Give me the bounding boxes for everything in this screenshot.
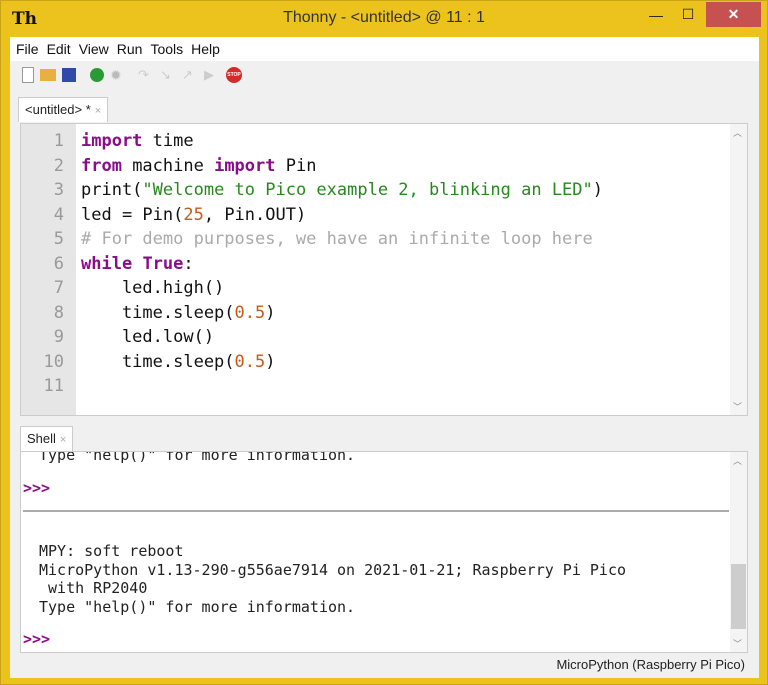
shell-output: Type "help()" for more information. <box>39 451 356 464</box>
line-number: 6 <box>53 253 64 274</box>
code-line: from machine import Pin <box>81 154 603 179</box>
shell-prompt: >>> <box>23 479 51 497</box>
menu-view[interactable]: View <box>77 41 115 57</box>
shell-scrollbar[interactable]: ︿ ﹀ <box>730 452 747 652</box>
line-number: 9 <box>53 327 64 347</box>
number: 0.5 <box>234 302 266 323</box>
new-file-icon[interactable] <box>22 67 34 83</box>
code-text: import time from machine import Pin print(… <box>81 129 603 374</box>
scroll-up-icon[interactable]: ︿ <box>733 126 742 139</box>
save-icon[interactable] <box>62 68 76 82</box>
shell-output: with RP2040 <box>39 579 148 597</box>
string: "Welcome to Pico example 2, blinking an … <box>142 180 593 200</box>
comment: # For demo purposes, we have an infinite… <box>81 229 593 249</box>
code-token: print( <box>81 180 143 200</box>
code-token: time <box>142 131 194 151</box>
line-number: 11 <box>43 376 64 396</box>
keyword: import <box>81 131 143 151</box>
step-over-icon[interactable]: ↷ <box>138 67 154 83</box>
line-number: 5 <box>53 229 64 249</box>
scroll-down-icon[interactable]: ﹀ <box>733 400 742 413</box>
shell-divider <box>23 510 729 512</box>
tab-shell[interactable]: Shell × <box>20 426 74 451</box>
code-line: while True: <box>81 252 603 277</box>
keyword: import <box>214 155 276 176</box>
close-button[interactable]: ✕ <box>706 2 761 27</box>
open-file-icon[interactable] <box>40 69 56 81</box>
keyword: from <box>81 155 122 176</box>
menu-file[interactable]: File <box>14 41 45 57</box>
keyword: while <box>81 253 133 274</box>
code-editor[interactable]: 1 2 3 4 5 6 7 8 9 10 11 import time from … <box>20 123 748 416</box>
maximize-button[interactable]: ☐ <box>673 2 703 27</box>
code-line: led.low() <box>81 327 215 347</box>
line-number: 1 <box>53 131 64 151</box>
title-bar: Th Thonny - <untitled> @ 11 : 1 — ☐ ✕ <box>1 1 767 37</box>
line-number: 4 <box>53 204 64 225</box>
toolbar: ✹ ↷ ↘ ↗ ▶ STOP <box>10 61 759 89</box>
code-token: ) <box>265 302 276 323</box>
shell-output: MPY: soft reboot <box>39 542 184 560</box>
line-number-gutter: 1 2 3 4 5 6 7 8 9 10 11 <box>21 124 76 415</box>
menu-run[interactable]: Run <box>115 41 149 57</box>
stop-icon[interactable]: STOP <box>226 67 242 83</box>
code-token: : <box>183 253 194 274</box>
keyword: True <box>142 253 184 274</box>
code-line: print("Welcome to Pico example 2, blinki… <box>81 178 603 203</box>
thonny-window: Th Thonny - <untitled> @ 11 : 1 — ☐ ✕ Fi… <box>0 0 768 685</box>
resume-icon[interactable]: ▶ <box>204 67 220 83</box>
client-area: File Edit View Run Tools Help ✹ ↷ ↘ ↗ ▶ … <box>10 37 759 678</box>
minimize-button[interactable]: — <box>641 2 671 27</box>
tab-close-icon[interactable]: × <box>95 105 101 117</box>
menu-edit[interactable]: Edit <box>45 41 77 57</box>
code-token: machine <box>121 155 215 176</box>
line-number: 3 <box>53 180 64 200</box>
shell-panel[interactable]: Type "help()" for more information. >>> … <box>20 451 748 653</box>
code-token: , Pin.OUT) <box>203 204 307 225</box>
code-token: Pin <box>275 155 317 176</box>
tab-untitled[interactable]: <untitled> * × <box>18 97 109 122</box>
shell-output: MicroPython v1.13-290-g556ae7914 on 2021… <box>39 561 626 579</box>
menu-bar: File Edit View Run Tools Help <box>10 37 759 61</box>
menu-tools[interactable]: Tools <box>148 41 189 57</box>
run-icon[interactable] <box>90 68 104 82</box>
code-token: time.sleep( <box>81 351 235 372</box>
code-token: ) <box>265 351 276 372</box>
tab-label: Shell <box>27 431 56 446</box>
shell-output: Type "help()" for more information. <box>39 598 356 616</box>
scroll-down-icon[interactable]: ﹀ <box>733 637 742 650</box>
code-line: import time <box>81 129 603 154</box>
status-backend[interactable]: MicroPython (Raspberry Pi Pico) <box>556 657 745 672</box>
code-line: time.sleep(0.5) <box>81 301 603 326</box>
line-number: 8 <box>53 302 64 323</box>
line-number: 10 <box>43 351 64 372</box>
tab-close-icon[interactable]: × <box>60 434 66 446</box>
code-line: time.sleep(0.5) <box>81 350 603 375</box>
line-number: 7 <box>53 278 64 298</box>
code-token: led = Pin( <box>81 204 184 225</box>
code-token: time.sleep( <box>81 302 235 323</box>
step-into-icon[interactable]: ↘ <box>160 67 176 83</box>
editor-scrollbar[interactable]: ︿ ﹀ <box>730 124 747 415</box>
debug-icon[interactable]: ✹ <box>110 67 126 83</box>
code-line: led = Pin(25, Pin.OUT) <box>81 203 603 228</box>
menu-help[interactable]: Help <box>189 41 226 57</box>
number: 0.5 <box>234 351 266 372</box>
line-number: 2 <box>53 155 64 176</box>
code-line: led.high() <box>81 278 225 298</box>
step-out-icon[interactable]: ↗ <box>182 67 198 83</box>
number: 25 <box>183 204 204 225</box>
shell-prompt[interactable]: >>> <box>23 630 50 649</box>
scroll-up-icon[interactable]: ︿ <box>733 454 742 467</box>
scrollbar-thumb[interactable] <box>731 564 746 629</box>
code-token: ) <box>592 180 604 200</box>
tab-label: <untitled> * <box>25 102 91 117</box>
